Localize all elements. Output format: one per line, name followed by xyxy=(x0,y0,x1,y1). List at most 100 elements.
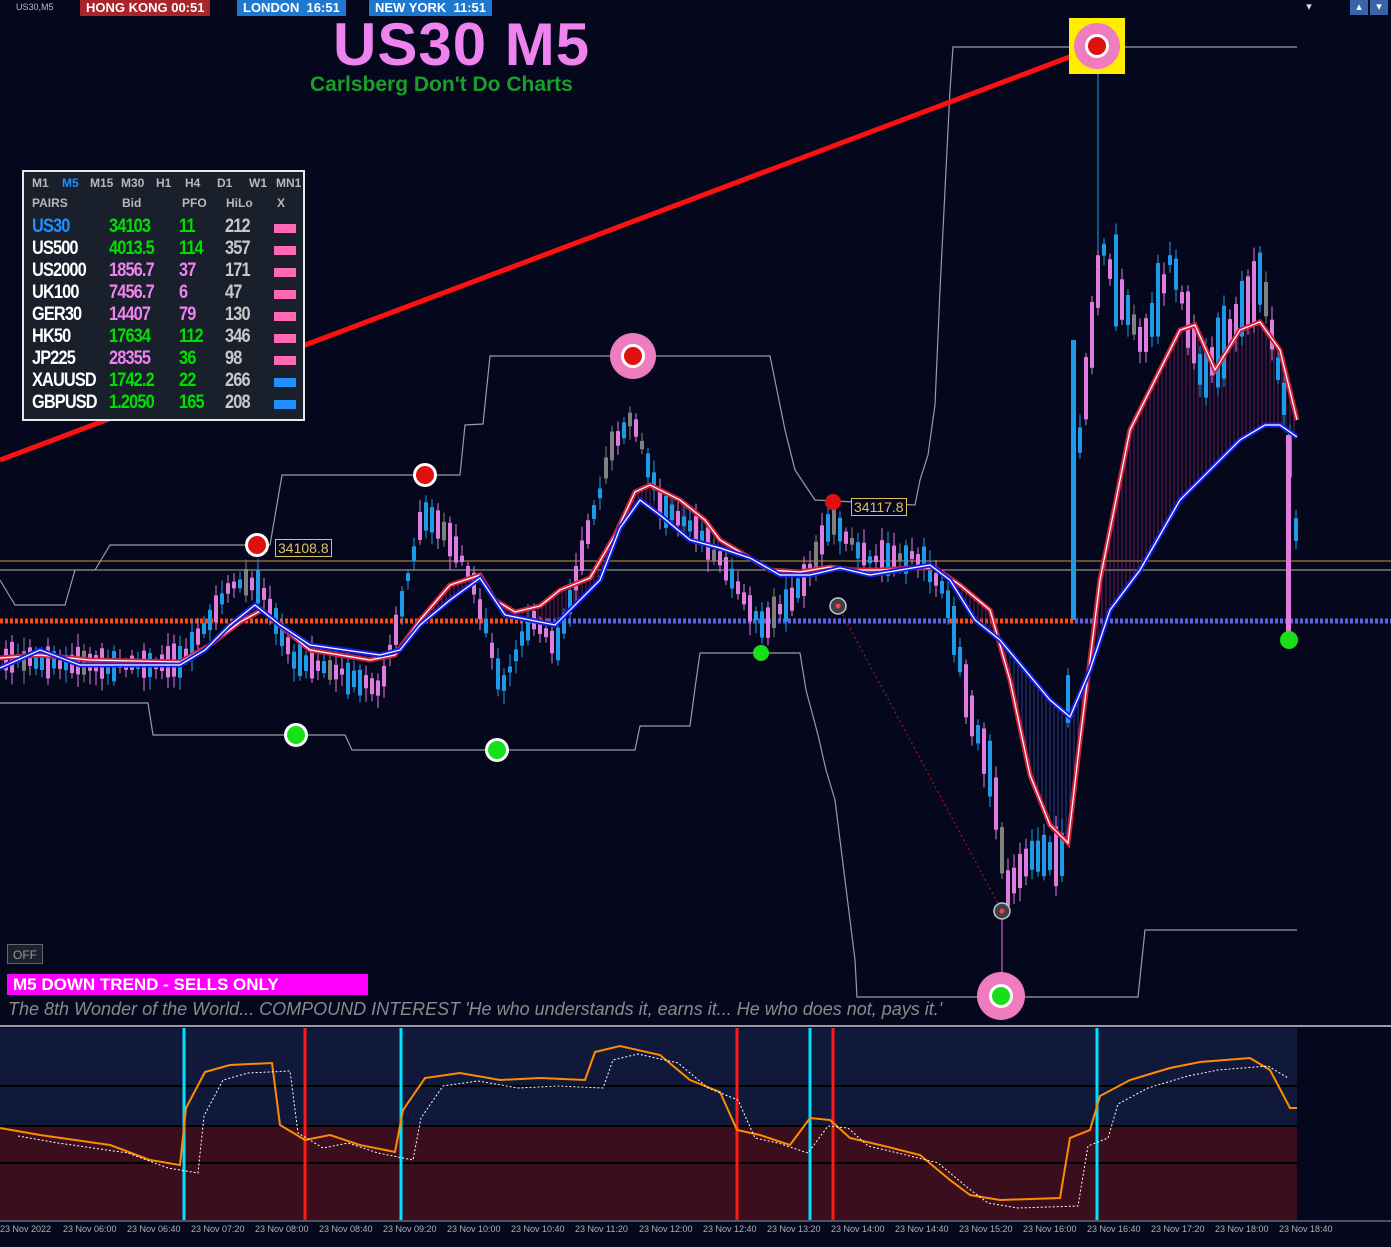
panel-header-bid: Bid xyxy=(122,196,142,210)
pair-trend-marker[interactable] xyxy=(274,224,296,233)
sell-marker xyxy=(624,347,642,365)
scroll-up-icon[interactable]: ▴ xyxy=(1350,0,1368,15)
candle-body xyxy=(376,680,380,696)
candle-body xyxy=(1294,518,1298,541)
pair-bid: 17634 xyxy=(109,326,151,347)
candle-body xyxy=(826,514,830,542)
chart-subtitle: Carlsberg Don't Do Charts xyxy=(310,73,573,96)
candle-body xyxy=(1198,354,1202,385)
pair-trend-marker[interactable] xyxy=(274,312,296,321)
pair-name[interactable]: GER30 xyxy=(32,304,82,326)
clock-london: LONDON 16:51 xyxy=(237,0,346,16)
pair-hilo: 212 xyxy=(225,216,251,237)
candle-body xyxy=(256,570,260,604)
candle-body xyxy=(1000,827,1004,874)
pair-hilo: 98 xyxy=(225,348,242,369)
candle-body xyxy=(448,522,452,557)
pair-bid: 1742.2 xyxy=(109,370,155,391)
pair-hilo: 266 xyxy=(225,370,251,391)
pair-trend-marker[interactable] xyxy=(274,334,296,343)
time-axis-label: 23 Nov 17:20 xyxy=(1151,1224,1205,1234)
candle-body xyxy=(940,581,944,594)
candle-body xyxy=(58,660,62,669)
off-toggle-button[interactable]: OFF xyxy=(7,944,43,964)
scroll-down-icon[interactable]: ▾ xyxy=(1370,0,1388,15)
pair-name[interactable]: US30 xyxy=(32,216,70,238)
time-axis-label: 23 Nov 13:20 xyxy=(767,1224,821,1234)
candle-body xyxy=(232,581,236,589)
chart-menu-icon[interactable]: ▾ xyxy=(1300,0,1318,15)
pair-trend-marker[interactable] xyxy=(274,246,296,255)
candle-body xyxy=(850,538,854,545)
pair-name[interactable]: HK50 xyxy=(32,326,71,348)
candle-body xyxy=(670,504,674,521)
pair-name[interactable]: UK100 xyxy=(32,282,79,304)
candle-body xyxy=(970,695,974,737)
candle-body xyxy=(406,573,410,582)
candle-body xyxy=(1132,314,1136,335)
timeframe-m30[interactable]: M30 xyxy=(121,176,144,190)
candle-body xyxy=(1156,263,1160,337)
candle-body xyxy=(358,669,362,696)
pair-pfo: 6 xyxy=(179,282,188,303)
timeframe-h1[interactable]: H1 xyxy=(156,176,171,190)
candle-body xyxy=(856,542,860,559)
time-axis-label: 23 Nov 08:40 xyxy=(319,1224,373,1234)
pair-name[interactable]: US2000 xyxy=(32,260,87,282)
candle-body xyxy=(550,630,554,654)
candle-body xyxy=(862,542,866,566)
time-axis-label: 23 Nov 08:00 xyxy=(255,1224,309,1234)
time-axis-label: 23 Nov 15:20 xyxy=(959,1224,1013,1234)
buy-marker xyxy=(1280,631,1298,649)
price-label-high-1: 34108.8 xyxy=(275,539,332,557)
timeframe-h4[interactable]: H4 xyxy=(185,176,200,190)
candle-body xyxy=(844,531,848,544)
time-axis-label: 23 Nov 14:40 xyxy=(895,1224,949,1234)
pair-bid: 34103 xyxy=(109,216,151,237)
candle-body xyxy=(958,646,962,673)
candle-body xyxy=(1048,842,1052,871)
timeframe-d1[interactable]: D1 xyxy=(217,176,232,190)
sell-marker xyxy=(1088,37,1106,55)
pair-pfo: 37 xyxy=(179,260,196,281)
candle-body xyxy=(598,488,602,499)
candle-body xyxy=(880,540,884,571)
candle-body xyxy=(1246,276,1250,326)
candle-body xyxy=(874,555,878,563)
candle-body xyxy=(262,587,266,600)
pair-trend-marker[interactable] xyxy=(274,268,296,277)
pair-name[interactable]: XAUUSD xyxy=(32,370,97,392)
candle-body xyxy=(328,660,332,680)
pair-name[interactable]: US500 xyxy=(32,238,79,260)
candle-body xyxy=(994,777,998,830)
candle-body xyxy=(892,545,896,568)
pair-name[interactable]: GBPUSD xyxy=(32,392,98,414)
candle-body xyxy=(964,664,968,718)
candle-body xyxy=(1168,255,1172,265)
timeframe-m5[interactable]: M5 xyxy=(62,176,79,190)
pair-trend-marker[interactable] xyxy=(274,378,296,387)
candle-body xyxy=(1120,279,1124,320)
timeframe-w1[interactable]: W1 xyxy=(249,176,267,190)
timeframe-m15[interactable]: M15 xyxy=(90,176,113,190)
pair-trend-marker[interactable] xyxy=(274,356,296,365)
candle-body xyxy=(796,578,800,599)
candle-body xyxy=(1264,281,1268,317)
candle-body xyxy=(586,520,590,545)
candle-body xyxy=(916,554,920,566)
clock-hong-kong: HONG KONG 00:51 xyxy=(80,0,211,16)
timeframe-mn1[interactable]: MN1 xyxy=(276,176,301,190)
candle-body xyxy=(412,546,416,562)
time-axis-label: 23 Nov 10:00 xyxy=(447,1224,501,1234)
candle-body xyxy=(508,666,512,673)
candle-body xyxy=(466,566,470,578)
pair-name[interactable]: JP225 xyxy=(32,348,76,370)
candle-body xyxy=(1282,382,1286,415)
pair-trend-marker[interactable] xyxy=(274,400,296,409)
candle-body xyxy=(952,605,956,655)
oscillator-pane xyxy=(0,1025,1391,1222)
candle-body xyxy=(1108,259,1112,279)
timeframe-m1[interactable]: M1 xyxy=(32,176,49,190)
candle-body xyxy=(346,662,350,695)
pair-trend-marker[interactable] xyxy=(274,290,296,299)
